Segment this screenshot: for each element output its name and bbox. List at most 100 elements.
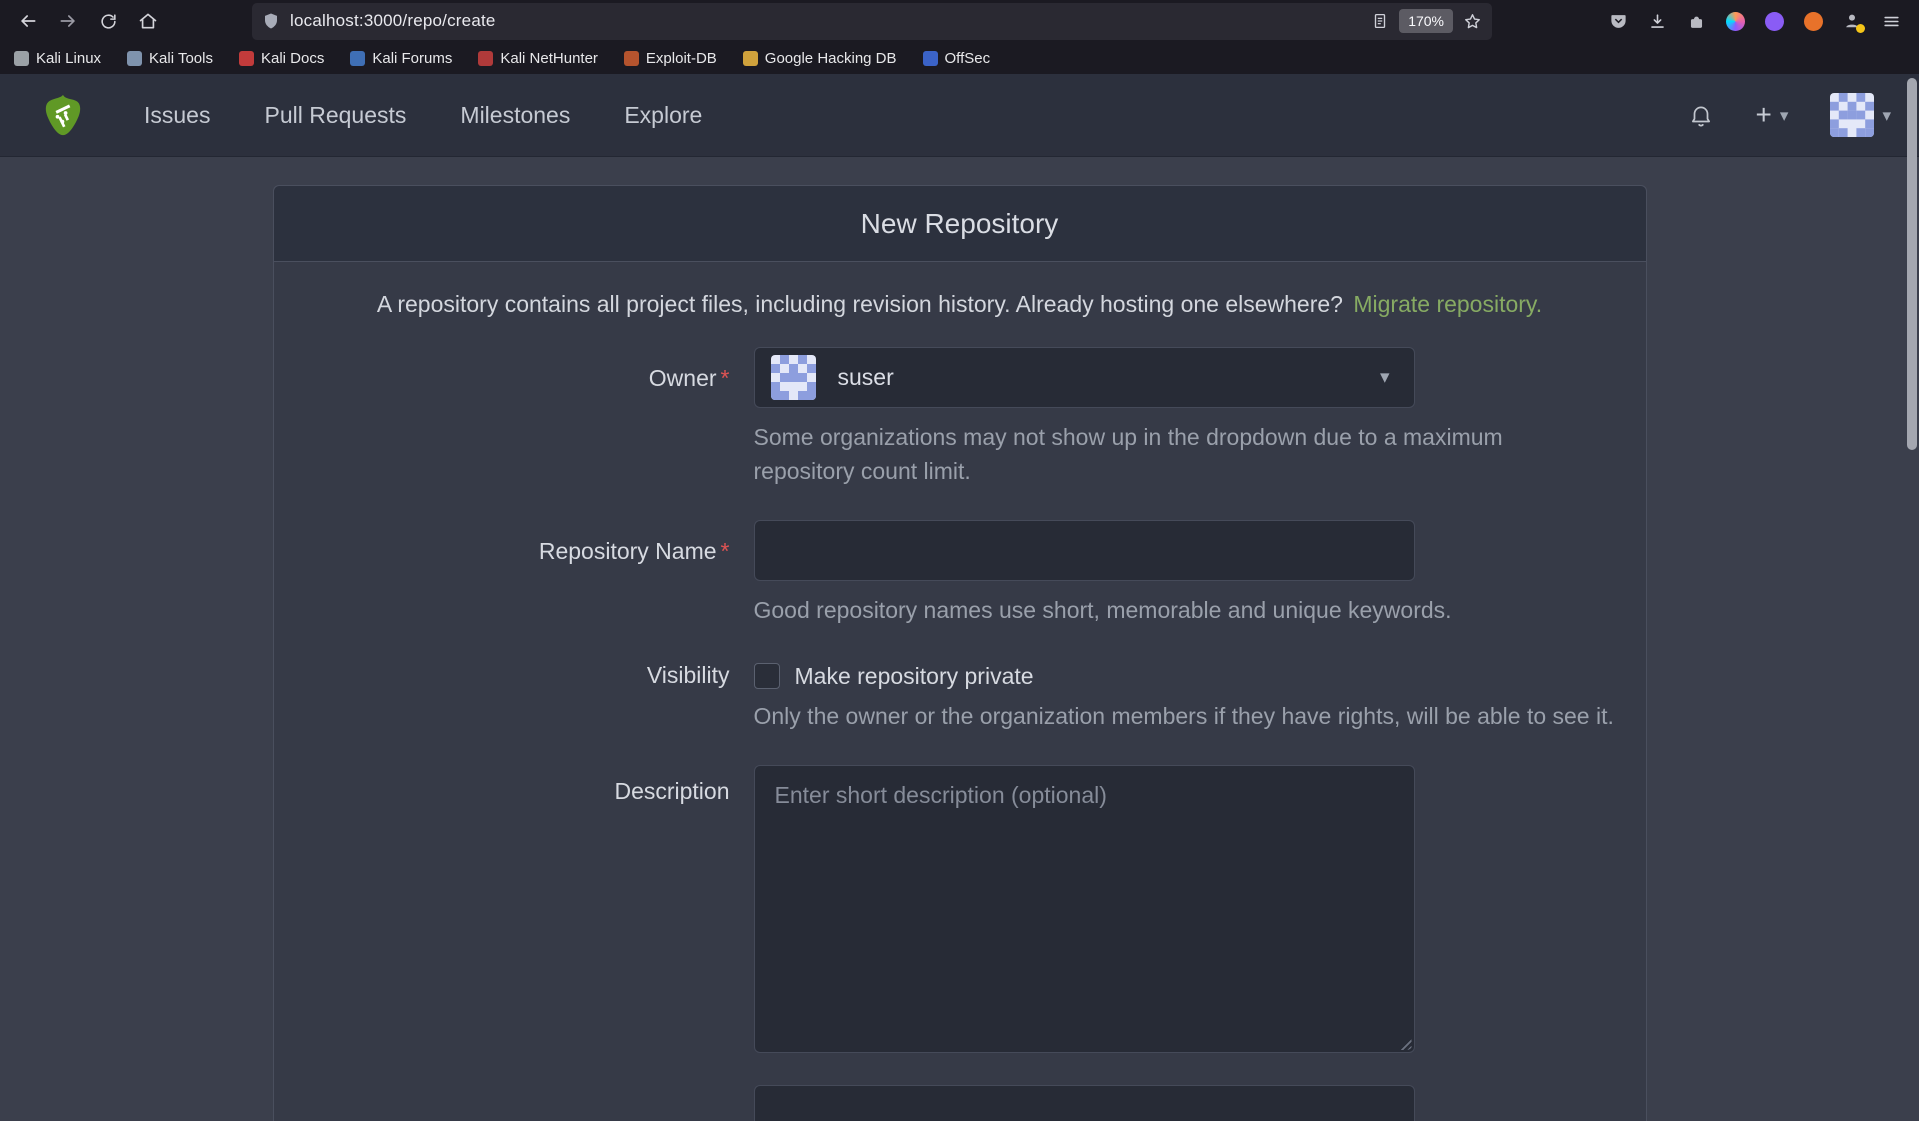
downloads-icon[interactable]	[1639, 4, 1675, 38]
owner-selected-value: suser	[837, 364, 894, 390]
bookmark-favicon	[742, 50, 758, 66]
repository-name-label: Repository Name *	[538, 538, 730, 564]
container-tab-icon[interactable]	[1717, 4, 1753, 38]
zoom-indicator[interactable]: 170%	[1399, 9, 1453, 33]
toolbar-extensions-area	[1600, 4, 1909, 38]
app-menu-icon[interactable]	[1873, 4, 1909, 38]
extension-orange-glyph	[1803, 11, 1823, 31]
required-asterisk: *	[720, 538, 730, 564]
plus-icon: +	[1755, 99, 1772, 130]
bookmark-label: OffSec	[944, 49, 991, 67]
owner-row: Owner * suser ▾ Some organizations may n…	[274, 347, 1646, 488]
extension-purple-glyph	[1764, 11, 1784, 31]
bookmark-star-icon[interactable]	[1463, 12, 1482, 31]
bookmark-item[interactable]: Kali Docs	[238, 49, 325, 67]
url-bar[interactable]: localhost:3000/repo/create 170%	[252, 2, 1492, 40]
browser-toolbar: localhost:3000/repo/create 170%	[0, 0, 1919, 42]
forward-icon	[60, 15, 75, 27]
notifications-button[interactable]	[1688, 102, 1714, 128]
chevron-down-icon: ▾	[1779, 105, 1789, 125]
extensions-puzzle-icon[interactable]	[1678, 4, 1714, 38]
user-avatar	[1830, 93, 1875, 137]
bookmark-favicon	[238, 50, 254, 66]
page-title: New Repository	[860, 207, 1059, 239]
chevron-down-icon: ▾	[1379, 367, 1390, 388]
template-field-partial[interactable]	[753, 1085, 1415, 1121]
owner-dropdown[interactable]: suser ▾	[753, 347, 1415, 408]
form-body: A repository contains all project files,…	[274, 262, 1646, 1121]
bookmark-favicon	[127, 50, 143, 66]
container-tab-glyph	[1725, 11, 1745, 31]
bookmark-label: Kali Tools	[149, 49, 213, 67]
intro-text: A repository contains all project files,…	[274, 288, 1646, 320]
page-content: New Repository A repository contains all…	[0, 157, 1919, 1121]
extension-purple-icon[interactable]	[1756, 4, 1792, 38]
bookmark-item[interactable]: Exploit-DB	[623, 49, 717, 67]
reload-button[interactable]	[90, 4, 126, 38]
nav-item-milestones[interactable]: Milestones	[460, 102, 570, 129]
visibility-row: Visibility Make repository private Only …	[274, 659, 1646, 733]
bookmark-item[interactable]: Kali Linux	[14, 50, 101, 67]
bookmark-label: Exploit-DB	[645, 49, 717, 67]
private-checkbox[interactable]	[753, 663, 780, 689]
forward-button[interactable]	[50, 4, 86, 38]
bookmark-item[interactable]: Google Hacking DB	[742, 49, 897, 67]
bookmark-favicon	[14, 50, 29, 66]
nav-item-issues[interactable]: Issues	[144, 102, 210, 129]
bookmark-label: Google Hacking DB	[764, 49, 897, 67]
page-scrollbar[interactable]	[1907, 78, 1917, 450]
back-icon	[21, 15, 36, 27]
owner-label: Owner *	[648, 365, 730, 391]
repository-name-input[interactable]	[753, 520, 1415, 581]
bookmark-item[interactable]: Kali Tools	[127, 50, 213, 67]
bookmark-favicon	[478, 50, 494, 66]
bookmarks-bar: Kali Linux Kali Tools Kali Docs Kali For…	[0, 42, 1919, 74]
required-asterisk: *	[720, 365, 730, 391]
bookmark-label: Kali Linux	[36, 49, 102, 67]
chevron-down-icon: ▾	[1882, 105, 1891, 125]
owner-avatar	[770, 355, 816, 400]
profile-icon[interactable]	[1834, 4, 1870, 38]
repository-name-help-text: Good repository names use short, memorab…	[753, 597, 1452, 623]
description-row: Description	[274, 765, 1646, 1053]
bookmark-item[interactable]: Kali NetHunter	[478, 50, 598, 67]
user-menu-button[interactable]: ▾	[1830, 93, 1891, 137]
repository-name-row: Repository Name * Good repository names u…	[274, 520, 1646, 627]
nav-item-explore[interactable]: Explore	[624, 102, 702, 129]
intro-message: A repository contains all project files,…	[376, 291, 1343, 317]
bookmark-item[interactable]: OffSec	[922, 49, 991, 67]
bell-icon	[1691, 106, 1710, 127]
home-icon	[139, 13, 157, 29]
bookmark-favicon	[922, 50, 938, 66]
bookmark-label: Kali Forums	[372, 49, 453, 67]
gitea-logo[interactable]	[40, 92, 86, 138]
reader-mode-icon[interactable]	[1371, 12, 1389, 30]
gitea-navbar: Issues Pull Requests Milestones Explore …	[0, 74, 1919, 157]
navbar-right: + ▾ ▾	[1688, 93, 1891, 137]
visibility-label: Visibility	[646, 662, 730, 688]
back-button[interactable]	[10, 4, 46, 38]
migrate-repository-link[interactable]: Migrate repository.	[1353, 291, 1542, 317]
next-field-row	[274, 1085, 1646, 1121]
nav-item-pull-requests[interactable]: Pull Requests	[264, 102, 406, 129]
form-header: New Repository	[273, 186, 1646, 262]
bookmark-favicon	[623, 50, 639, 66]
bookmark-favicon	[350, 50, 366, 66]
home-button[interactable]	[130, 4, 166, 38]
visibility-help-text: Only the owner or the organization membe…	[753, 703, 1614, 729]
description-label: Description	[614, 778, 730, 804]
private-checkbox-label[interactable]: Make repository private	[795, 663, 1034, 690]
extension-orange-icon[interactable]	[1795, 4, 1831, 38]
owner-help-text: Some organizations may not show up in th…	[753, 424, 1503, 484]
bookmark-label: Kali Docs	[260, 49, 325, 67]
profile-badge	[1856, 24, 1865, 33]
create-new-button[interactable]: + ▾	[1756, 101, 1789, 129]
screen: localhost:3000/repo/create 170% Kali Lin…	[0, 0, 1919, 1121]
bookmark-item[interactable]: Kali Forums	[350, 50, 452, 67]
new-repository-form: New Repository A repository contains all…	[272, 185, 1647, 1121]
description-textarea[interactable]	[753, 765, 1415, 1053]
shield-icon[interactable]	[262, 12, 280, 30]
bookmark-label: Kali NetHunter	[500, 49, 598, 67]
url-text: localhost:3000/repo/create	[290, 11, 496, 30]
pocket-icon[interactable]	[1600, 4, 1636, 38]
